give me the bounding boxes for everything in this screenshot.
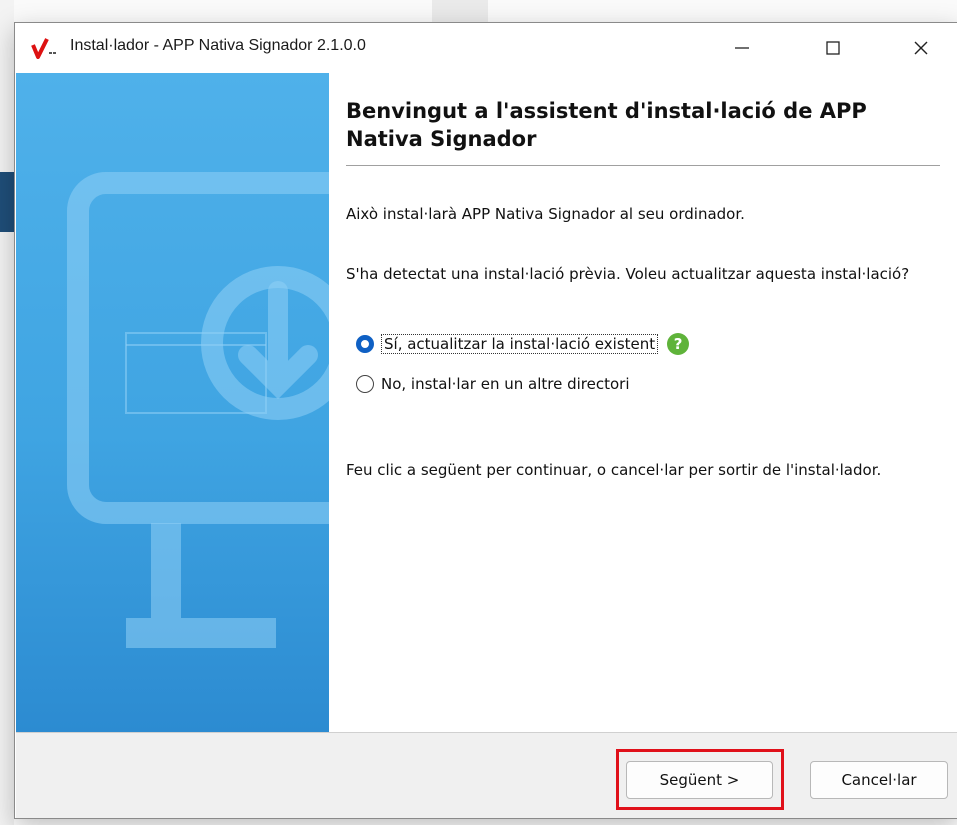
maximize-button[interactable] <box>803 23 863 73</box>
minimize-button[interactable] <box>712 23 772 73</box>
installer-sidebar-banner <box>16 73 329 732</box>
app-logo-icon <box>31 38 56 59</box>
cancel-button[interactable]: Cancel·lar <box>810 761 948 799</box>
button-bar: Següent > Cancel·lar <box>16 732 957 818</box>
close-button[interactable] <box>891 23 951 73</box>
help-icon[interactable]: ? <box>667 333 690 355</box>
installer-content: Benvingut a l'assistent d'instal·lació d… <box>329 73 957 732</box>
page-title: Benvingut a l'assistent d'instal·lació d… <box>346 99 867 151</box>
maximize-icon <box>826 41 840 55</box>
close-icon <box>914 41 928 55</box>
radio-update-existing[interactable] <box>356 335 374 353</box>
intro-text: Això instal·larà APP Nativa Signador al … <box>346 205 745 223</box>
radio-install-other-directory[interactable] <box>356 375 374 393</box>
instructions-text: Feu clic a següent per continuar, o canc… <box>346 461 882 479</box>
background-tab <box>432 0 488 22</box>
monitor-download-icon <box>67 172 329 648</box>
option-update-existing-label[interactable]: Sí, actualitzar la instal·lació existent <box>381 334 659 354</box>
title-bar[interactable]: Instal·lador - APP Nativa Signador 2.1.0… <box>15 23 957 73</box>
installer-window: Instal·lador - APP Nativa Signador 2.1.0… <box>14 22 957 819</box>
background-left-strip <box>0 0 14 825</box>
window-title: Instal·lador - APP Nativa Signador 2.1.0… <box>70 37 366 54</box>
previous-install-question: S'ha detectat una instal·lació prèvia. V… <box>346 265 910 283</box>
option-install-other-directory-label[interactable]: No, instal·lar en un altre directori <box>381 375 629 393</box>
minimize-icon <box>735 47 749 49</box>
background-accent-block <box>0 172 14 232</box>
title-divider <box>346 165 940 166</box>
next-button-highlight <box>616 749 784 810</box>
option-update-existing[interactable]: Sí, actualitzar la instal·lació existent… <box>356 333 690 355</box>
option-install-other-directory[interactable]: No, instal·lar en un altre directori <box>356 375 629 393</box>
